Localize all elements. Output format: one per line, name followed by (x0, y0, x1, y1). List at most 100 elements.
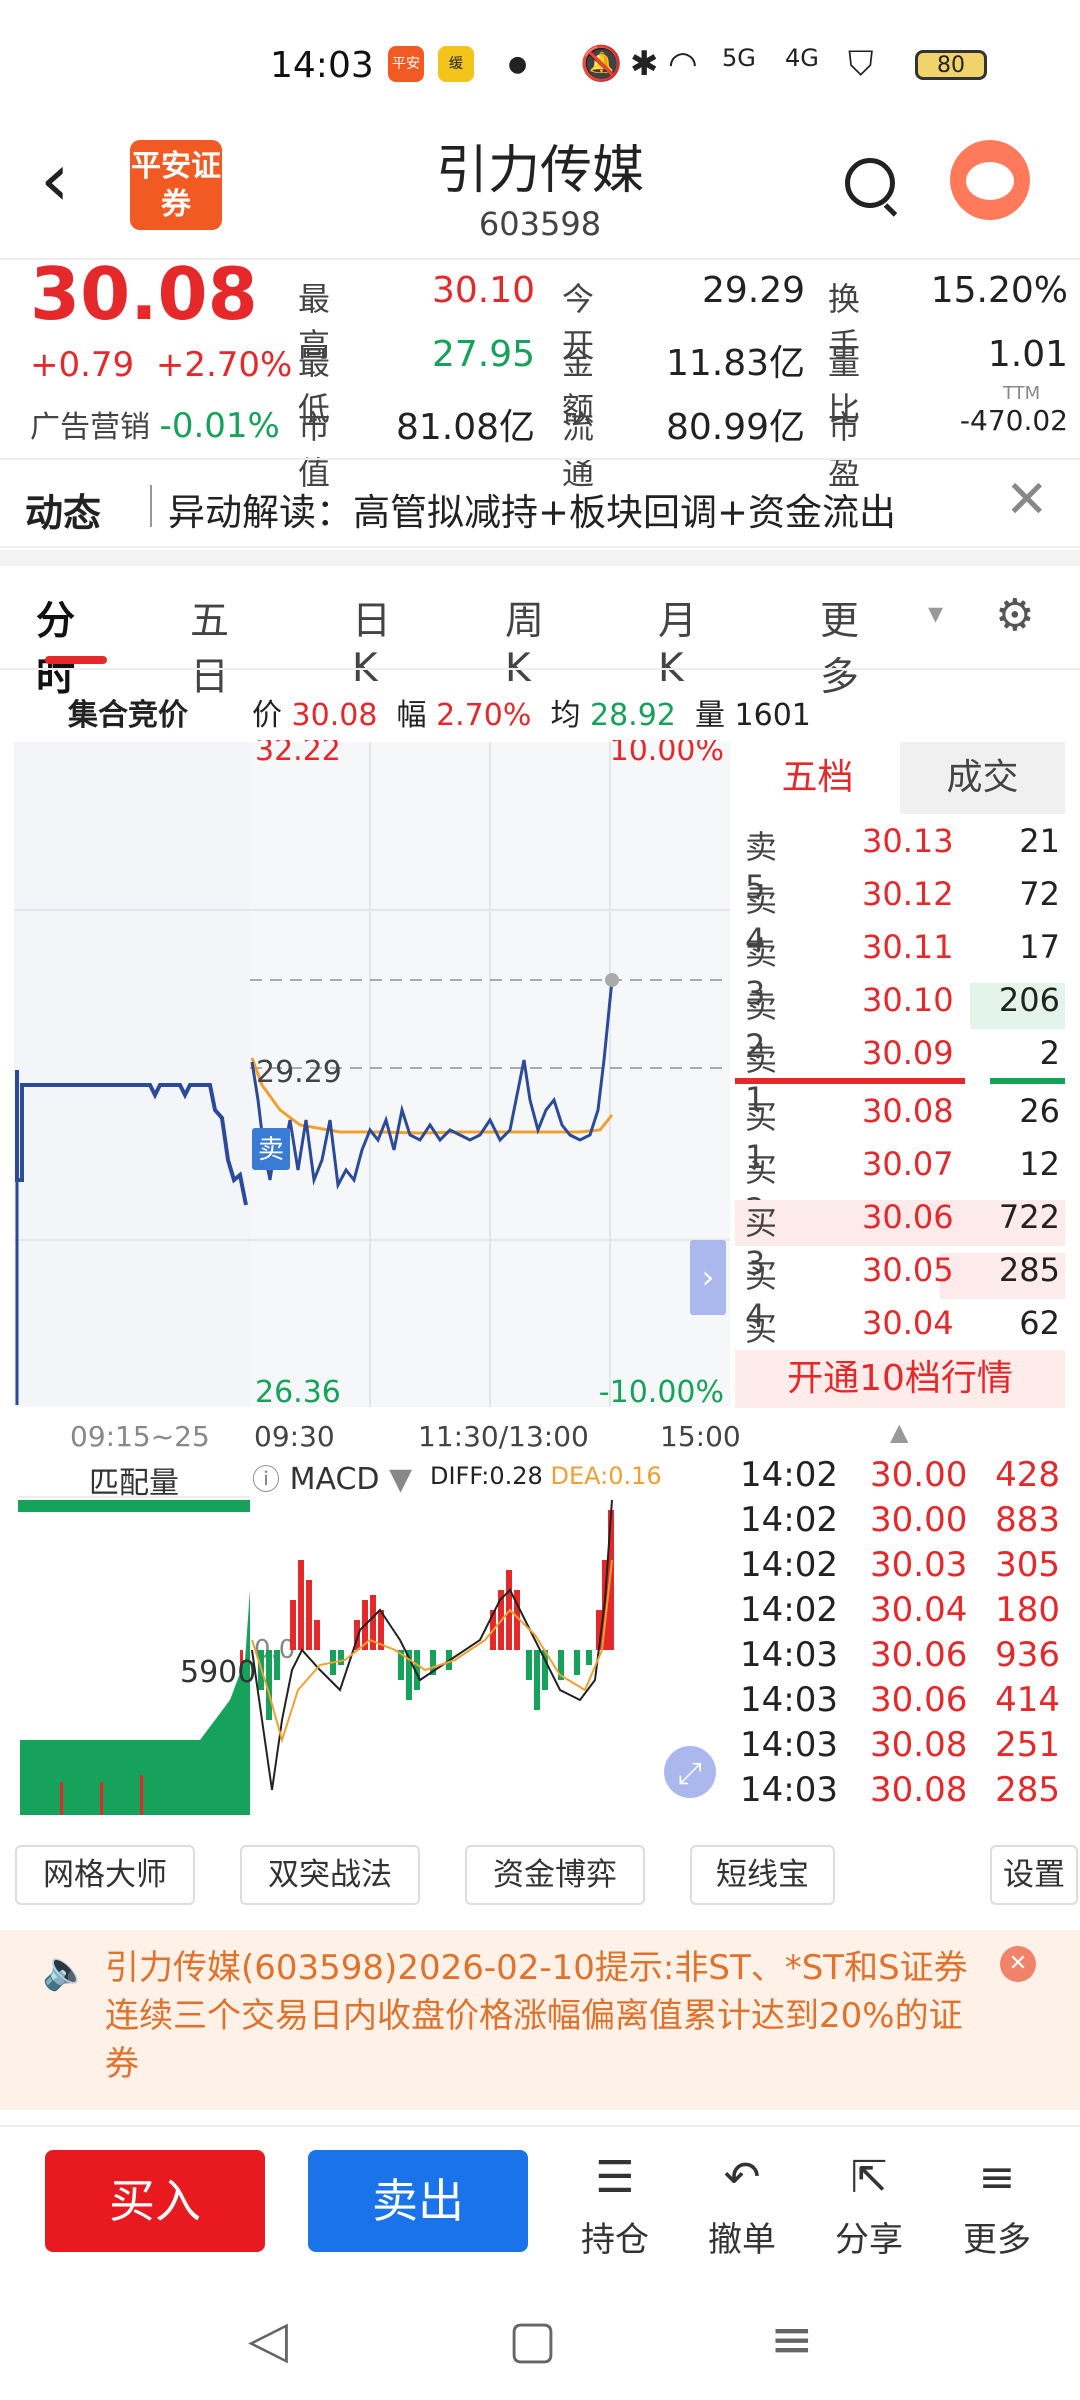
pct-min-label: -10.00% (599, 1375, 724, 1410)
x-label: 09:15~25 (70, 1420, 210, 1453)
book-price: 30.13 (862, 822, 954, 860)
nav-back-icon[interactable]: ◁ (248, 2310, 288, 2370)
book-price: 30.04 (862, 1304, 954, 1342)
footer-action-icon: ⇱ (850, 2152, 888, 2203)
quote-value: 81.08亿 (395, 407, 535, 448)
book-volume: 206 (998, 981, 1060, 1019)
open-10-level-button[interactable]: 开通10档行情 (735, 1350, 1065, 1408)
quote-value: -470.02 (959, 404, 1068, 437)
x-label: 15:00 (660, 1420, 741, 1453)
signal-5g-icon: 5G (722, 44, 756, 72)
tab-0[interactable]: 分时 (36, 590, 75, 702)
y-min-label: 26.36 (255, 1375, 341, 1410)
book-volume: 62 (1019, 1304, 1060, 1342)
x-label: 11:30/13:00 (418, 1420, 589, 1453)
tick-volume: 883 (995, 1500, 1060, 1540)
quote-value: 15.20% (930, 270, 1068, 311)
tick-time: 14:03 (740, 1680, 838, 1720)
quote-value: 29.29 (701, 270, 805, 311)
footer-action-label: 分享 (835, 2220, 903, 2260)
book-volume: 72 (1019, 875, 1060, 913)
bluetooth-icon: ✱ (630, 44, 659, 84)
book-volume: 285 (998, 1251, 1060, 1289)
close-icon[interactable]: ✕ (1005, 470, 1049, 530)
tick-price: 30.08 (870, 1770, 968, 1810)
last-price-dot (605, 973, 619, 987)
y-max-label: 32.22 (255, 740, 341, 768)
tick-price: 30.06 (870, 1635, 968, 1675)
book-price: 30.06 (862, 1198, 954, 1236)
indicator-selector[interactable]: ⓘ MACD ▼ (252, 1458, 412, 1498)
tick-time: 14:02 (740, 1500, 838, 1540)
nav-home-icon[interactable]: ▢ (508, 2310, 557, 2370)
book-price: 30.08 (862, 1092, 954, 1130)
news-tag: 动态 (25, 491, 102, 535)
tick-time: 14:03 (740, 1725, 838, 1765)
minute-summary: 价 30.08 幅 2.70% 均 28.92 量 1601 (252, 698, 811, 733)
tab-4[interactable]: 月K (658, 590, 697, 691)
tick-price: 30.08 (870, 1725, 968, 1765)
tick-volume: 428 (995, 1455, 1060, 1495)
section-divider (0, 550, 1080, 566)
footer-action-1[interactable]: ↶ 撤单 (697, 2150, 787, 2261)
footer-action-label: 持仓 (581, 2220, 649, 2260)
tab-order-book[interactable]: 五档 (735, 742, 900, 814)
chevron-right-icon: › (702, 1258, 715, 1296)
price-change: +0.79 +2.70% (30, 345, 293, 385)
macd-green-bars (258, 1650, 592, 1720)
pe-ttm-sup: TTM (1003, 383, 1041, 404)
assistant-avatar[interactable] (950, 140, 1030, 220)
sell-button[interactable]: 卖出 (308, 2150, 528, 2252)
chevron-up-icon[interactable]: ▲ (890, 1418, 908, 1446)
tick-time: 14:02 (740, 1545, 838, 1585)
tool-button-3[interactable]: 短线宝 (690, 1845, 835, 1905)
close-icon[interactable]: ✕ (1000, 1946, 1036, 1982)
tab-1[interactable]: 五日 (190, 590, 229, 702)
tab-3[interactable]: 周K (505, 590, 544, 691)
buy-button[interactable]: 买入 (45, 2150, 265, 2252)
tool-button-2[interactable]: 资金博弈 (465, 1845, 645, 1905)
tick-time: 14:02 (740, 1455, 838, 1495)
tab-5[interactable]: 更多 (820, 590, 859, 702)
chevron-down-icon[interactable]: ▾ (928, 596, 943, 631)
macd-chart[interactable]: 5900 0.0 ⤢ (0, 1500, 730, 1820)
news-text[interactable]: 异动解读：高管拟减持+板块回调+资金流出 (168, 482, 896, 536)
sector-info[interactable]: 广告营销 -0.01% (30, 402, 280, 446)
auction-label: 集合竞价 (68, 698, 188, 733)
tool-button-1[interactable]: 双突战法 (240, 1845, 420, 1905)
tab-trades[interactable]: 成交 (900, 742, 1065, 814)
tick-time: 14:03 (740, 1635, 838, 1675)
signal-4g-icon: 4G (785, 44, 819, 72)
pct-max-label: 10.00% (610, 740, 724, 768)
mute-icon: 🔕 (580, 44, 623, 84)
notice-text: 引力传媒(603598)2026-02-10提示:非ST、*ST和S证券连续三个… (105, 1948, 968, 2084)
footer-action-label: 撤单 (708, 2220, 776, 2260)
quote-value: 1.01 (987, 334, 1068, 375)
app-notification-icon: 平安 (388, 46, 424, 82)
divider (150, 485, 152, 527)
footer-action-0[interactable]: ☰ 持仓 (570, 2150, 660, 2261)
book-price: 30.10 (862, 981, 954, 1019)
stock-code: 603598 (478, 205, 602, 243)
tab-indicator (45, 656, 107, 664)
speaker-icon: 🔈 (42, 1948, 90, 1992)
tick-volume: 180 (995, 1590, 1060, 1630)
quote-value: 30.10 (431, 270, 535, 311)
current-price: 30.08 (30, 252, 258, 336)
sell-marker-label: 卖 (258, 1135, 284, 1165)
footer-action-3[interactable]: ≡ 更多 (952, 2150, 1042, 2261)
footer-action-2[interactable]: ⇱ 分享 (824, 2150, 914, 2261)
gear-icon[interactable]: ⚙ (995, 590, 1034, 641)
quote-value: 27.95 (431, 334, 535, 375)
tab-2[interactable]: 日K (352, 590, 391, 691)
book-volume: 26 (1019, 1092, 1060, 1130)
minute-chart[interactable]: 32.22 26.36 10.00% -10.00% 29.29 卖 › (0, 740, 730, 1460)
open-price-label: 29.29 (256, 1055, 342, 1090)
search-icon[interactable] (845, 158, 895, 208)
tool-button-0[interactable]: 网格大师 (15, 1845, 195, 1905)
tool-button-4[interactable]: 设置 (990, 1845, 1078, 1905)
auction-volume-ramp (150, 1590, 250, 1815)
nav-menu-icon[interactable]: ≡ (770, 2310, 814, 2370)
tick-volume: 285 (995, 1770, 1060, 1810)
tick-time: 14:03 (740, 1770, 838, 1810)
